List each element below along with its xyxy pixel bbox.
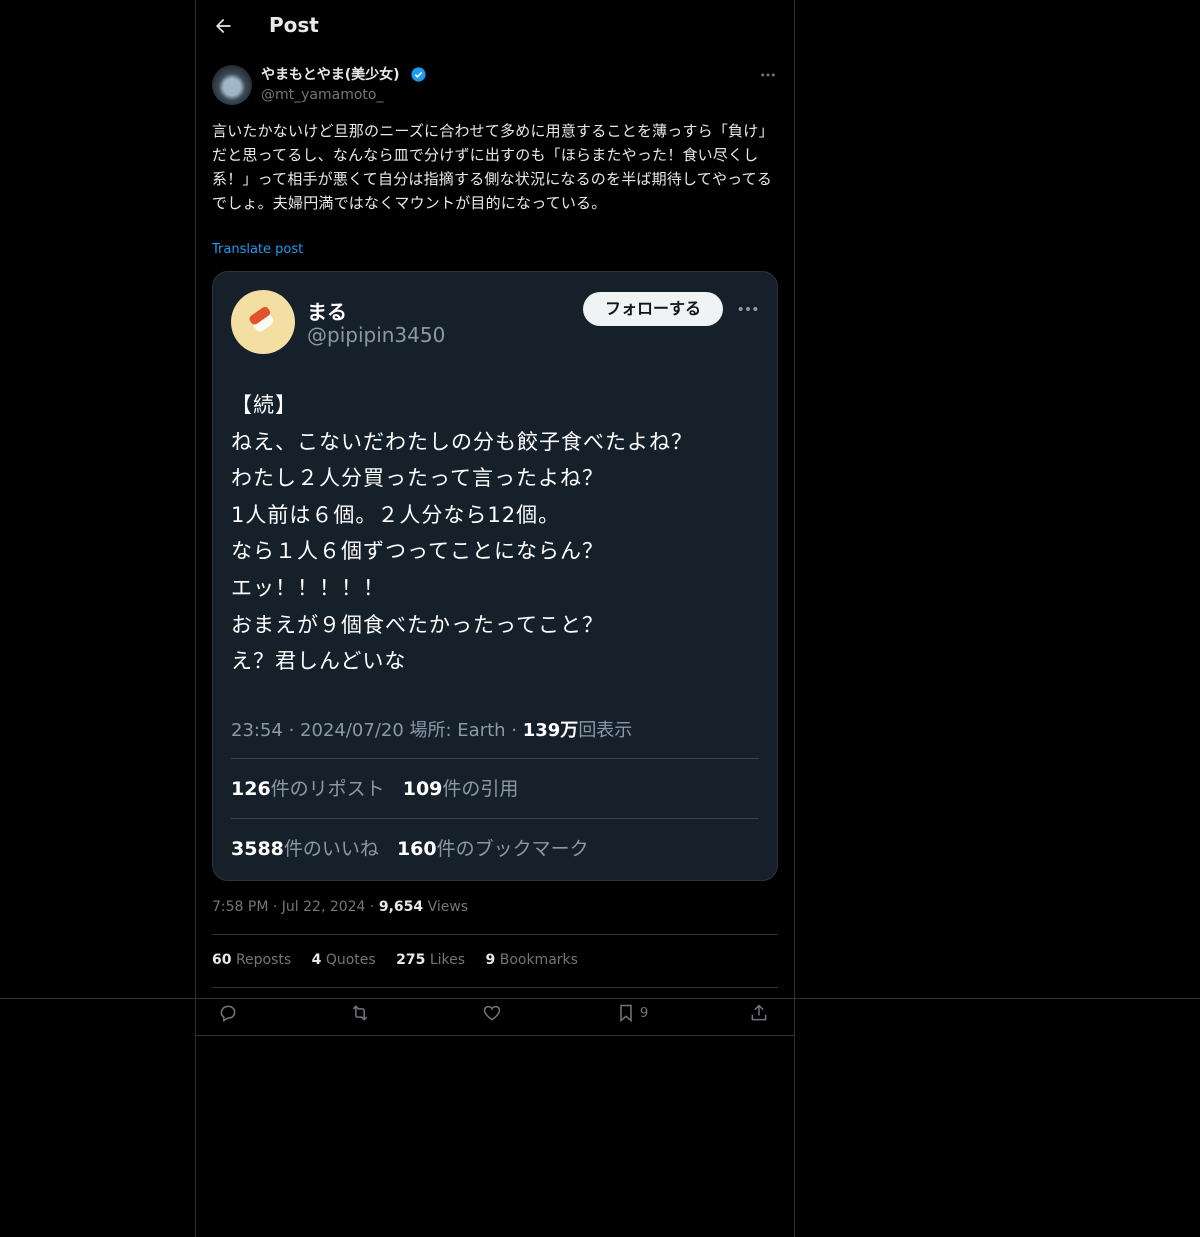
bookmarks-count: 9 xyxy=(485,952,496,968)
arrow-left-icon[interactable] xyxy=(213,16,233,36)
reposts-stat[interactable]: 60 Reposts xyxy=(212,952,291,968)
share-button[interactable] xyxy=(749,1003,769,1023)
verified-badge-icon xyxy=(411,67,426,82)
quotes-label: Quotes xyxy=(325,952,376,968)
embedded-meta: 23:54 · 2024/07/20 場所: Earth · 139万回表示 xyxy=(231,716,632,742)
embedded-line: ねえ、こないだわたしの分も餃子食べたよね？ xyxy=(231,429,693,454)
translate-post-link[interactable]: Translate post xyxy=(212,242,303,257)
bookmark-count: 9 xyxy=(640,1005,649,1021)
likes-count: 275 xyxy=(396,952,426,968)
embedded-avatar xyxy=(231,290,295,354)
embedded-line: おまえが９個食べたかったってこと？ xyxy=(231,612,604,637)
embedded-bookmarks-count: 160 xyxy=(396,838,437,860)
post-timestamp: 7:58 PM · Jul 22, 2024 · 9,654 Views xyxy=(212,899,469,915)
reposts-label: Reposts xyxy=(235,952,292,968)
embedded-line: え？君しんどいな xyxy=(231,649,407,674)
divider xyxy=(212,934,778,935)
embedded-screenshot[interactable]: まる @pipipin3450 フォローする 【続】 ねえ、こないだわたしの分も… xyxy=(212,271,778,881)
quotes-stat[interactable]: 4 Quotes xyxy=(312,952,376,968)
post-text: 言いたかないけど旦那のニーズに合わせて多めに用意することを薄っすら「負け」だと思… xyxy=(212,122,774,212)
embedded-line: なら１人６個ずつってことにならん？ xyxy=(231,539,604,564)
embedded-quotes-count: 109 xyxy=(402,778,443,800)
embedded-line: エッ！！！！！ xyxy=(231,575,385,600)
views-label: Views xyxy=(427,899,469,915)
likes-stat[interactable]: 275 Likes xyxy=(396,952,465,968)
embedded-author-name: まる xyxy=(307,300,347,324)
post-date[interactable]: Jul 22, 2024 xyxy=(282,899,366,915)
embedded-divider xyxy=(231,758,759,759)
embedded-line: 【続】 xyxy=(231,393,297,417)
action-bar: 9 xyxy=(212,999,778,1035)
like-button[interactable] xyxy=(482,1003,502,1023)
embedded-reposts-count: 126 xyxy=(231,778,271,800)
repost-icon xyxy=(352,1005,368,1021)
top-bar: Post xyxy=(196,0,794,54)
likes-label: Likes xyxy=(429,952,466,968)
embedded-author-handle: @pipipin3450 xyxy=(307,323,446,347)
embedded-timestamp: 23:54 · 2024/07/20 場所: Earth · xyxy=(231,720,523,741)
bookmarks-stat[interactable]: 9 Bookmarks xyxy=(486,952,578,968)
embedded-likes-count: 3588 xyxy=(231,838,284,860)
embedded-views-label: 回表示 xyxy=(578,720,633,741)
quotes-count: 4 xyxy=(311,952,322,968)
reply-button[interactable] xyxy=(218,1003,238,1023)
repost-button[interactable] xyxy=(350,1003,370,1023)
embedded-line: わたし２人分買ったって言ったよね？ xyxy=(231,466,604,491)
embedded-post-text: 【続】 ねえ、こないだわたしの分も餃子食べたよね？ わたし２人分買ったって言った… xyxy=(231,387,771,680)
author-handle[interactable]: @mt_yamamoto_ xyxy=(261,87,383,103)
bookmarks-label: Bookmarks xyxy=(499,952,578,968)
engagement-stats: 60 Reposts 4 Quotes 275 Likes 9 Bookmark… xyxy=(212,952,594,968)
embedded-views-count: 139万 xyxy=(522,720,579,741)
embedded-stats-row-1: 126件のリポスト 109件の引用 xyxy=(231,774,530,801)
embedded-quotes-label: 件の引用 xyxy=(442,778,519,800)
reposts-count: 60 xyxy=(212,952,232,968)
embedded-stats-row-2: 3588件のいいね 160件のブックマーク xyxy=(231,834,601,861)
embedded-divider xyxy=(231,818,759,819)
post-time[interactable]: 7:58 PM xyxy=(212,899,268,915)
embedded-line: 1人前は６個。２人分なら12個。 xyxy=(231,502,561,527)
page-title: Post xyxy=(269,13,319,37)
heart-icon xyxy=(483,1005,501,1021)
reply-icon xyxy=(220,1005,236,1022)
bookmark-icon xyxy=(620,1004,632,1023)
author-name[interactable]: やまもとやま(美少女) xyxy=(261,64,400,84)
more-horizontal-icon[interactable] xyxy=(759,66,777,84)
views-count: 9,654 xyxy=(378,899,424,915)
embedded-bookmarks-label: 件のブックマーク xyxy=(436,838,589,860)
main-column: Post やまもとやま(美少女) @mt_yamamoto_ 言いたかないけど旦… xyxy=(195,0,795,1237)
follow-button: フォローする xyxy=(583,292,723,326)
bookmark-button[interactable]: 9 xyxy=(616,1003,648,1023)
embedded-reposts-label: 件のリポスト xyxy=(270,778,385,800)
sushi-icon xyxy=(249,306,274,332)
author-avatar[interactable] xyxy=(212,65,252,105)
column-bottom-divider xyxy=(196,1035,794,1036)
divider xyxy=(212,987,778,988)
more-horizontal-icon xyxy=(738,306,758,312)
embedded-likes-label: 件のいいね xyxy=(283,838,379,860)
share-icon xyxy=(751,1004,767,1021)
